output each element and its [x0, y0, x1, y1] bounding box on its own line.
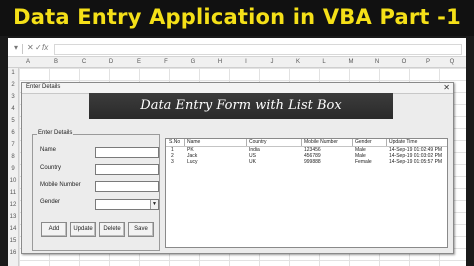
column-header-k[interactable]: K [292, 57, 304, 67]
column-divider [246, 139, 247, 146]
chevron-down-icon[interactable]: ▼ [150, 200, 158, 209]
update-button[interactable]: Update [70, 222, 96, 237]
column-header-h[interactable]: H [214, 57, 226, 67]
name-box-dropdown-icon[interactable]: ▾ [14, 43, 18, 52]
form-header-banner: Data Entry Form with List Box [89, 93, 393, 119]
mobile-number-label: Mobile Number [40, 182, 81, 188]
gender-dropdown[interactable]: ▼ [95, 199, 159, 210]
row-header-3[interactable]: 3 [8, 94, 18, 100]
enter-details-frame: Enter Details Name Country Mobile Number… [32, 130, 160, 251]
row-header-11[interactable]: 11 [8, 190, 18, 196]
column-divider [301, 139, 302, 146]
records-listbox[interactable]: S.No Name Country Mobile Number Gender U… [165, 138, 448, 248]
row-header-9[interactable]: 9 [8, 166, 18, 172]
formula-bar: ▾ ✕ ✓ fx [8, 42, 466, 57]
list-cell-name: Lucy [187, 159, 198, 165]
column-header-name: Name [187, 139, 201, 145]
country-input[interactable] [95, 164, 159, 175]
user-form-title: Enter Details [26, 84, 61, 90]
mobile-number-input[interactable] [95, 181, 159, 192]
column-header-d[interactable]: D [105, 57, 117, 67]
column-header-m[interactable]: M [345, 57, 357, 67]
row-header-6[interactable]: 6 [8, 130, 18, 136]
row-header-14[interactable]: 14 [8, 226, 18, 232]
video-title: Data Entry Application in VBA Part -1 [13, 5, 461, 29]
add-button[interactable]: Add [41, 222, 67, 237]
row-header-13[interactable]: 13 [8, 214, 18, 220]
column-header-sno: S.No [169, 139, 181, 145]
country-label: Country [40, 165, 62, 171]
column-header-j[interactable]: J [266, 57, 278, 67]
row-header-2[interactable]: 2 [8, 82, 18, 88]
save-button[interactable]: Save [128, 222, 154, 237]
column-header-q[interactable]: Q [446, 57, 458, 67]
row-header-15[interactable]: 15 [8, 238, 18, 244]
row-header-bar: 1 2 3 4 5 6 7 8 9 10 11 12 13 14 15 16 [8, 68, 19, 266]
listbox-header: S.No Name Country Mobile Number Gender U… [166, 139, 447, 147]
list-cell-gender: Female [355, 159, 372, 165]
row-header-5[interactable]: 5 [8, 118, 18, 124]
column-header-update-time: Update Time [389, 139, 418, 145]
column-header-n[interactable]: N [371, 57, 383, 67]
column-header-f[interactable]: F [160, 57, 172, 67]
enter-icon[interactable]: ✓ [35, 43, 42, 52]
row-header-10[interactable]: 10 [8, 178, 18, 184]
row-header-7[interactable]: 7 [8, 142, 18, 148]
video-title-banner: Data Entry Application in VBA Part -1 [0, 0, 474, 36]
column-header-o[interactable]: O [398, 57, 410, 67]
column-divider [352, 139, 353, 146]
column-divider [386, 139, 387, 146]
form-header-title: Data Entry Form with List Box [140, 98, 342, 113]
column-header-b[interactable]: B [50, 57, 62, 67]
list-cell-country: UK [249, 159, 256, 165]
formula-bar-separator [22, 44, 23, 54]
list-cell-mobile: 999888 [304, 159, 321, 165]
formula-input[interactable] [54, 44, 462, 55]
column-divider [184, 139, 185, 146]
row-header-8[interactable]: 8 [8, 154, 18, 160]
column-header-c[interactable]: C [78, 57, 90, 67]
row-header-4[interactable]: 4 [8, 106, 18, 112]
column-header-e[interactable]: E [133, 57, 145, 67]
row-header-12[interactable]: 12 [8, 202, 18, 208]
row-header-16[interactable]: 16 [8, 250, 18, 256]
column-header-p[interactable]: P [422, 57, 434, 67]
user-form-window: Enter Details ✕ Data Entry Form with Lis… [21, 82, 454, 254]
list-item[interactable]: 3 Lucy UK 999888 Female 14-Sep-19 01:05:… [166, 159, 447, 165]
name-input[interactable] [95, 147, 159, 158]
row-header-1[interactable]: 1 [8, 70, 18, 76]
list-cell-update-time: 14-Sep-19 01:05:57 PM [389, 159, 443, 165]
list-cell-sno: 3 [171, 159, 174, 165]
column-header-mobile-number: Mobile Number [304, 139, 338, 145]
column-header-l[interactable]: L [318, 57, 330, 67]
name-label: Name [40, 147, 57, 153]
cancel-icon[interactable]: ✕ [27, 43, 34, 52]
delete-button[interactable]: Delete [99, 222, 125, 237]
fx-icon[interactable]: fx [42, 43, 48, 52]
column-header-bar: A B C D E F G H I J K L M N O P Q [8, 57, 466, 68]
column-header-g[interactable]: G [187, 57, 199, 67]
close-icon[interactable]: ✕ [443, 83, 450, 93]
frame-caption: Enter Details [37, 130, 74, 136]
column-header-country: Country [249, 139, 267, 145]
column-header-a[interactable]: A [22, 57, 34, 67]
gender-label: Gender [40, 199, 61, 205]
column-header-i[interactable]: I [240, 57, 252, 67]
column-header-gender: Gender [355, 139, 372, 145]
